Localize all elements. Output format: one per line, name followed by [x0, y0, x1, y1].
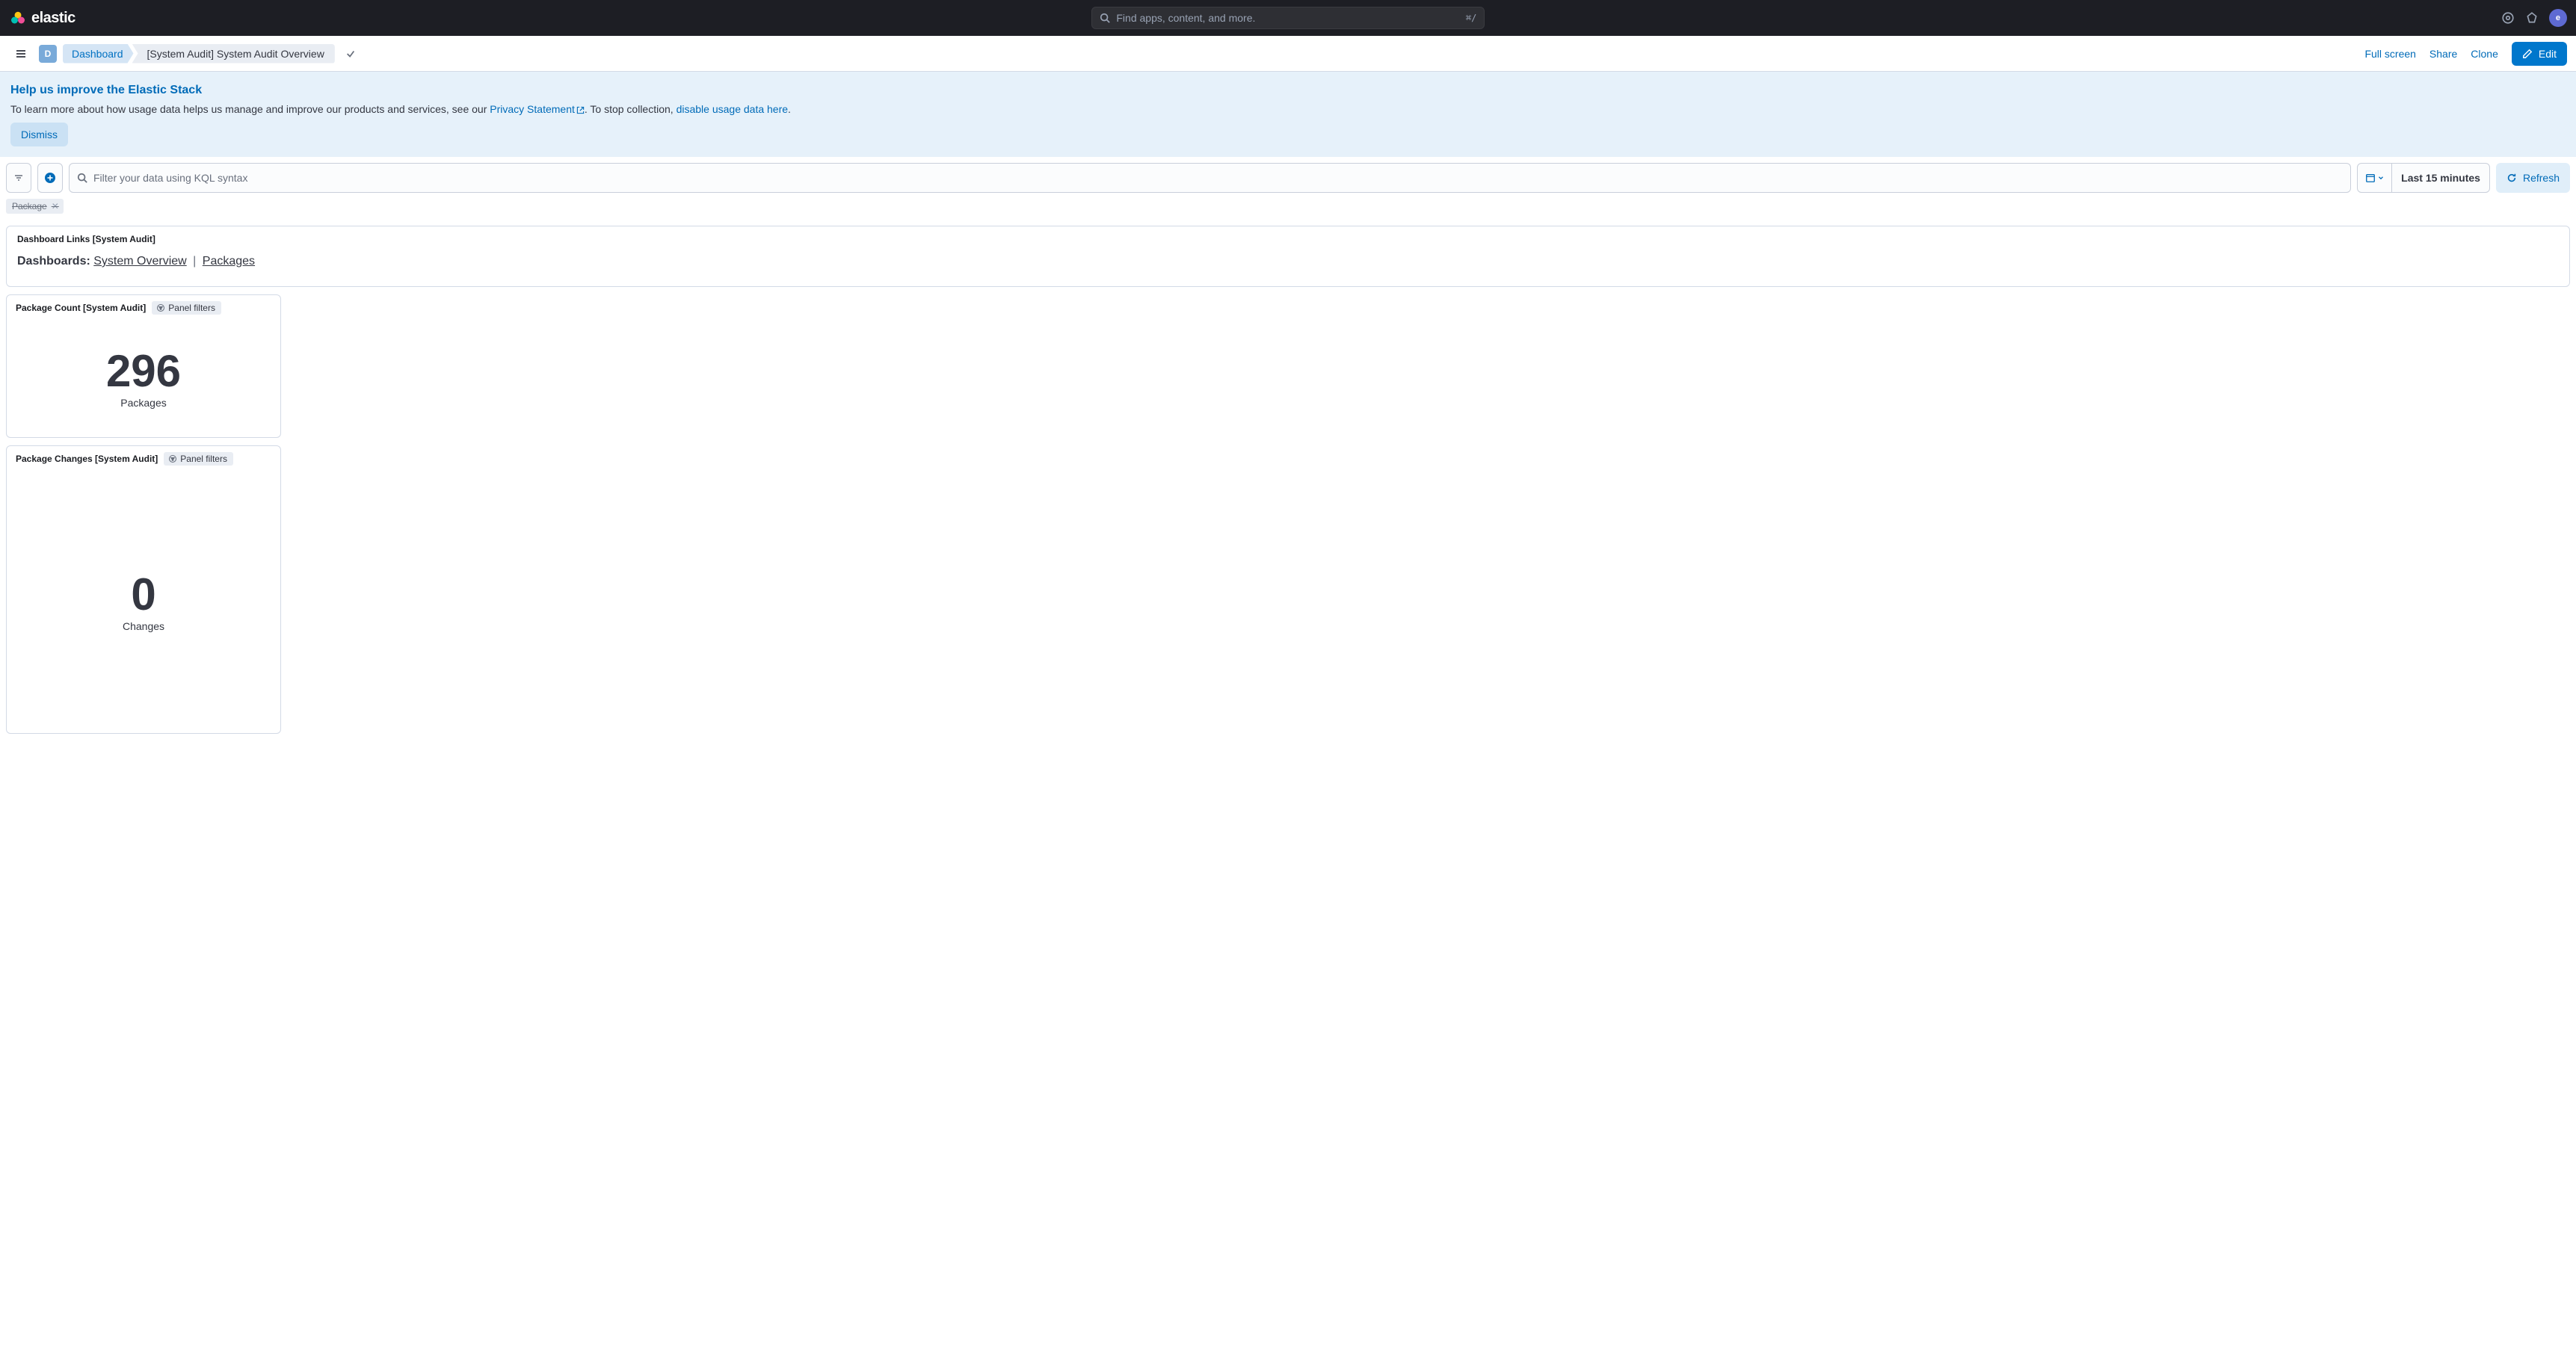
refresh-icon: [2506, 173, 2517, 183]
avatar[interactable]: e: [2549, 9, 2567, 27]
banner-text-suffix: .: [788, 103, 791, 115]
package-count-panel: Package Count [System Audit] Panel filte…: [6, 294, 281, 438]
search-icon: [77, 173, 87, 183]
filter-pill-label: Package: [12, 201, 47, 211]
package-count-label: Packages: [120, 397, 166, 409]
edit-button[interactable]: Edit: [2512, 42, 2567, 66]
add-filter-button[interactable]: [37, 163, 63, 193]
panel-filters-badge[interactable]: Panel filters: [164, 452, 233, 466]
time-range-label[interactable]: Last 15 minutes: [2392, 172, 2489, 184]
package-changes-panel: Package Changes [System Audit] Panel fil…: [6, 445, 281, 734]
search-shortcut: ⌘/: [1466, 13, 1476, 23]
filter-circle-icon: [156, 303, 165, 312]
elastic-wordmark: elastic: [31, 10, 76, 27]
newsfeed-icon[interactable]: [2501, 11, 2515, 25]
share-button[interactable]: Share: [2429, 48, 2457, 60]
kql-query-bar[interactable]: [69, 163, 2351, 193]
time-picker-toggle[interactable]: [2358, 164, 2392, 192]
breadcrumb-dashboard[interactable]: Dashboard: [63, 44, 134, 64]
package-changes-value: 0: [131, 572, 155, 617]
chevron-down-icon: [2377, 174, 2385, 182]
package-count-value: 296: [106, 349, 181, 394]
dashboard-links-panel: Dashboard Links [System Audit] Dashboard…: [6, 226, 2570, 287]
external-link-icon: [576, 106, 585, 114]
pencil-icon: [2522, 49, 2533, 59]
kql-input[interactable]: [93, 172, 2343, 184]
integrations-icon[interactable]: [2525, 11, 2539, 25]
link-system-overview[interactable]: System Overview: [93, 255, 186, 268]
search-icon: [1100, 13, 1110, 23]
banner-text: To learn more about how usage data helps…: [10, 103, 2566, 115]
package-changes-label: Changes: [123, 620, 164, 632]
plus-circle-icon: [44, 172, 56, 184]
panel-filters-badge[interactable]: Panel filters: [152, 301, 221, 315]
nav-toggle-button[interactable]: [9, 42, 33, 66]
breadcrumb: Dashboard [System Audit] System Audit Ov…: [63, 44, 335, 64]
filter-circle-icon: [168, 454, 177, 463]
banner-text-middle: . To stop collection,: [585, 103, 677, 115]
telemetry-banner: Help us improve the Elastic Stack To lea…: [0, 72, 2576, 157]
app-badge-letter: D: [45, 49, 52, 59]
global-search-input[interactable]: [1116, 12, 1460, 24]
link-separator: |: [193, 255, 196, 268]
panel-filters-label: Panel filters: [168, 303, 215, 313]
panel-title: Dashboard Links [System Audit]: [17, 234, 2559, 244]
panel-filters-label: Panel filters: [180, 454, 227, 464]
link-packages[interactable]: Packages: [203, 255, 255, 268]
links-label: Dashboards:: [17, 255, 90, 268]
filter-options-button[interactable]: [6, 163, 31, 193]
privacy-link[interactable]: Privacy Statement: [490, 103, 585, 115]
full-screen-button[interactable]: Full screen: [2364, 48, 2415, 60]
avatar-initial: e: [2556, 13, 2560, 22]
elastic-logo[interactable]: elastic: [9, 9, 76, 27]
clone-button[interactable]: Clone: [2471, 48, 2498, 60]
time-picker[interactable]: Last 15 minutes: [2357, 163, 2490, 193]
edit-label: Edit: [2539, 48, 2557, 60]
refresh-label: Refresh: [2523, 172, 2560, 184]
refresh-button[interactable]: Refresh: [2496, 163, 2570, 193]
calendar-icon: [2365, 173, 2376, 183]
close-icon[interactable]: ✕: [52, 201, 59, 211]
app-badge: D: [39, 45, 57, 63]
filter-icon: [13, 172, 25, 184]
banner-title: Help us improve the Elastic Stack: [10, 84, 2566, 97]
filter-pill-package[interactable]: Package ✕: [6, 199, 64, 214]
elastic-logo-icon: [9, 9, 27, 27]
panel-title: Package Changes [System Audit]: [16, 454, 158, 464]
check-icon: [345, 49, 356, 59]
menu-icon: [15, 48, 27, 60]
panel-title: Package Count [System Audit]: [16, 303, 146, 313]
breadcrumb-current: [System Audit] System Audit Overview: [132, 44, 335, 64]
global-search[interactable]: ⌘/: [1091, 7, 1485, 29]
banner-text-prefix: To learn more about how usage data helps…: [10, 103, 490, 115]
dismiss-button[interactable]: Dismiss: [10, 123, 68, 146]
disable-usage-link[interactable]: disable usage data here: [677, 103, 788, 115]
